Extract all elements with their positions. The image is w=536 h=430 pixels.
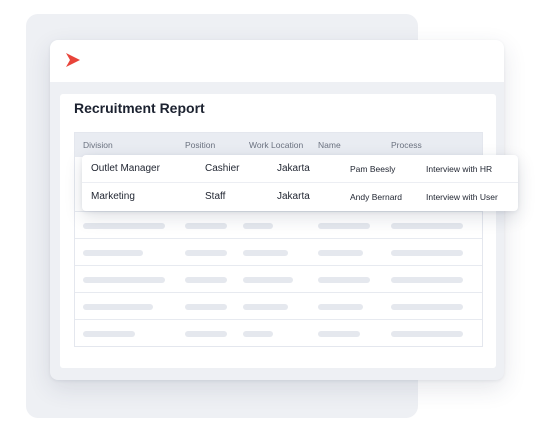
cell-division: Outlet Manager xyxy=(91,163,160,174)
placeholder-row xyxy=(75,265,482,292)
cell-process: Interview with User xyxy=(426,192,498,202)
table-header: Division Position Work Location Name Pro… xyxy=(75,133,482,157)
table-row[interactable]: Marketing Staff Jakarta Andy Bernard Int… xyxy=(82,183,518,211)
table-row[interactable]: Outlet Manager Cashier Jakarta Pam Beesl… xyxy=(82,155,518,183)
column-header-position[interactable]: Position xyxy=(185,140,215,150)
cell-position: Cashier xyxy=(205,163,240,174)
column-header-name[interactable]: Name xyxy=(318,140,341,150)
page-title: Recruitment Report xyxy=(74,100,205,116)
column-header-process[interactable]: Process xyxy=(391,140,422,150)
brand-logo-icon xyxy=(66,53,80,67)
placeholder-row xyxy=(75,319,482,346)
cell-name: Andy Bernard xyxy=(350,192,402,202)
cell-process: Interview with HR xyxy=(426,164,493,174)
highlighted-rows-card: Outlet Manager Cashier Jakarta Pam Beesl… xyxy=(82,155,518,211)
cell-position: Staff xyxy=(205,191,226,202)
window-titlebar xyxy=(50,40,504,82)
cell-name: Pam Beesly xyxy=(350,164,396,174)
column-header-work-location[interactable]: Work Location xyxy=(249,140,303,150)
placeholder-row xyxy=(75,211,482,238)
cell-work-location: Jakarta xyxy=(277,191,310,202)
placeholder-row xyxy=(75,238,482,265)
cell-work-location: Jakarta xyxy=(277,163,310,174)
placeholder-row xyxy=(75,292,482,319)
cell-division: Marketing xyxy=(91,191,135,202)
column-header-division[interactable]: Division xyxy=(83,140,113,150)
